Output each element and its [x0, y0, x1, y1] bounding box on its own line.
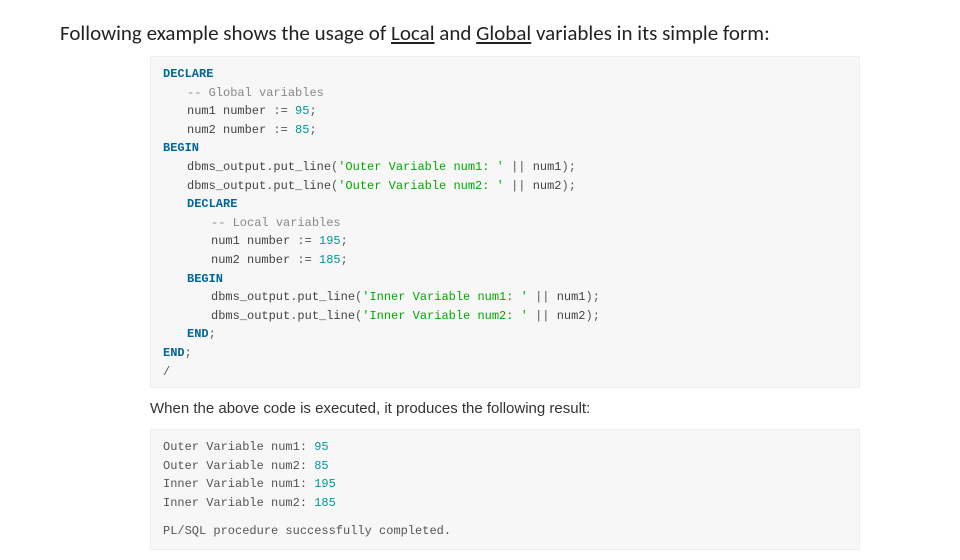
op: || [528, 290, 557, 304]
str: 'Inner Variable num1: ' [362, 290, 528, 304]
num: 195 [319, 234, 341, 248]
op: || [504, 179, 533, 193]
sp [288, 104, 295, 118]
decl: num2 number [187, 123, 273, 137]
result-intro: When the above code is executed, it prod… [150, 400, 860, 417]
id: num2 [533, 179, 562, 193]
pun: ; [341, 253, 348, 267]
com: -- [187, 86, 209, 100]
pun: ; [309, 104, 316, 118]
out-success: PL/SQL procedure successfully completed. [163, 524, 451, 538]
code-block: DECLARE -- Global variables num1 number … [150, 56, 860, 388]
pun: ); [562, 160, 576, 174]
out-label: Inner Variable num2: [163, 496, 314, 510]
sp [312, 234, 319, 248]
title-post: variables in its simple form: [531, 20, 769, 46]
com: Local [233, 216, 269, 230]
str: 'Inner Variable num2: ' [362, 309, 528, 323]
id: num1 [557, 290, 586, 304]
num: 185 [319, 253, 341, 267]
id: put_line [273, 179, 331, 193]
com: -- [211, 216, 233, 230]
decl: num1 number [187, 104, 273, 118]
out-value: 95 [314, 440, 328, 454]
slash: / [163, 365, 170, 379]
op: := [297, 253, 311, 267]
com: variables [269, 216, 341, 230]
output-block: Outer Variable num1: 95 Outer Variable n… [150, 429, 860, 550]
id: put_line [273, 160, 331, 174]
id: dbms_output [211, 290, 290, 304]
str: 'Outer Variable num1: ' [338, 160, 504, 174]
op: := [297, 234, 311, 248]
sp [288, 123, 295, 137]
title-pre: Following example shows the usage of [60, 20, 391, 46]
op: := [273, 123, 287, 137]
kw-declare: DECLARE [163, 67, 213, 81]
str: 'Outer Variable num2: ' [338, 179, 504, 193]
out-label: Outer Variable num1: [163, 440, 314, 454]
pun: ); [586, 309, 600, 323]
num: 85 [295, 123, 309, 137]
kw-begin: BEGIN [163, 141, 199, 155]
sp [312, 253, 319, 267]
id: num1 [533, 160, 562, 174]
out-value: 185 [314, 496, 336, 510]
id: dbms_output [187, 160, 266, 174]
out-label: Inner Variable num1: [163, 477, 314, 491]
id: dbms_output [211, 309, 290, 323]
op: || [528, 309, 557, 323]
pun: ; [341, 234, 348, 248]
id: put_line [297, 309, 355, 323]
decl: num1 number [211, 234, 297, 248]
slide-title: Following example shows the usage of Loc… [60, 20, 960, 46]
pun: ; [185, 346, 192, 360]
title-local: Local [391, 20, 435, 46]
op: || [504, 160, 533, 174]
id: put_line [297, 290, 355, 304]
com: variables [252, 86, 324, 100]
id: dbms_output [187, 179, 266, 193]
title-and: and [435, 20, 477, 46]
op: := [273, 104, 287, 118]
pun: ); [562, 179, 576, 193]
kw-end: END [187, 327, 209, 341]
pun: ; [309, 123, 316, 137]
kw-end: END [163, 346, 185, 360]
kw-begin: BEGIN [187, 272, 223, 286]
kw-declare: DECLARE [187, 197, 237, 211]
num: 95 [295, 104, 309, 118]
pun: ); [586, 290, 600, 304]
title-global: Global [476, 20, 531, 46]
decl: num2 number [211, 253, 297, 267]
out-value: 85 [314, 459, 328, 473]
out-label: Outer Variable num2: [163, 459, 314, 473]
com: Global [209, 86, 252, 100]
pun: ; [209, 327, 216, 341]
id: num2 [557, 309, 586, 323]
out-value: 195 [314, 477, 336, 491]
